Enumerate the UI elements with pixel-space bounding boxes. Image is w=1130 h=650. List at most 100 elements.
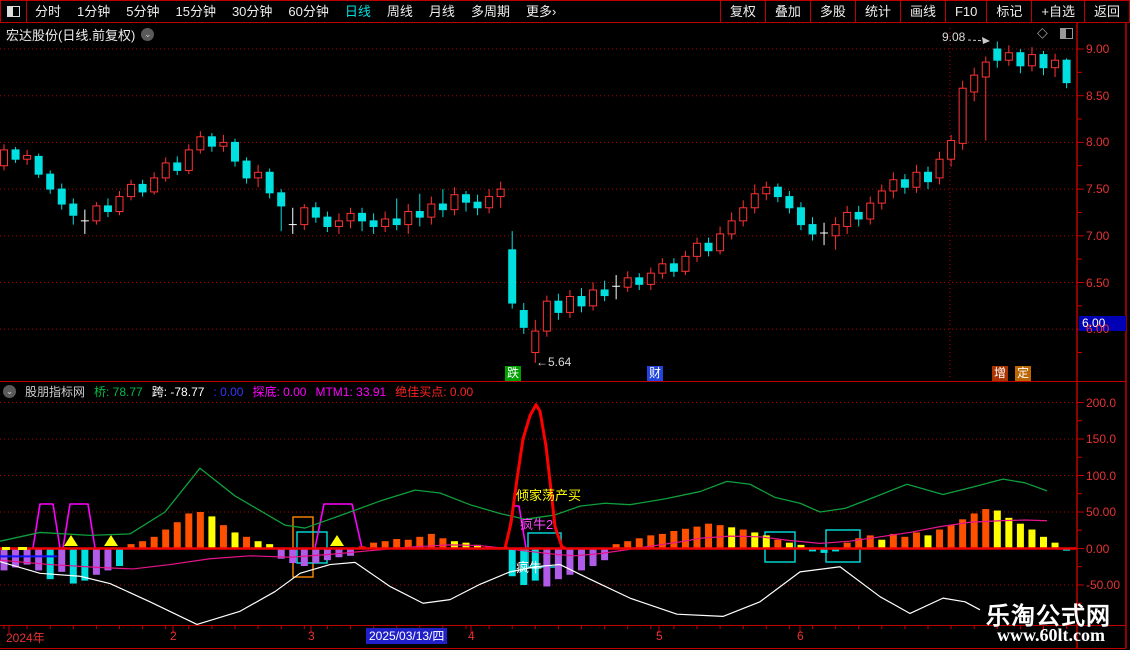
low-price-annotation: ←5.64 [536, 355, 572, 369]
toolbar-action-+自选[interactable]: +自选 [1031, 1, 1084, 22]
date-axis-label: 4 [468, 629, 475, 643]
indicator-bar [901, 536, 909, 549]
indicator-bar [993, 510, 1001, 549]
indicator-bar [243, 536, 251, 549]
indicator-bar [1040, 536, 1047, 549]
date-axis-label: 6 [797, 629, 804, 643]
toolbar-period-月线[interactable]: 月线 [421, 1, 463, 22]
toolbar-period-15分钟[interactable]: 15分钟 [167, 1, 223, 22]
toolbar-action-多股[interactable]: 多股 [809, 1, 855, 22]
diamond-icon[interactable]: ◇ [1037, 24, 1048, 41]
split-panel-icon [7, 6, 20, 17]
top-toolbar: 分时 1分钟 5分钟 15分钟 30分钟 60分钟 日线 周线 月线 多周期 更多› 复权 叠加 多股统… [0, 0, 1130, 23]
candle-body [565, 296, 574, 313]
buy-triangle-icon [64, 535, 78, 546]
candle-body [1062, 59, 1071, 84]
event-badge-定[interactable]: 定 [1015, 366, 1031, 381]
event-badge-跌[interactable]: 跌 [505, 366, 521, 381]
price-axis-label: 7.50 [1086, 182, 1110, 197]
toolbar-period-周线[interactable]: 周线 [379, 1, 421, 22]
candle-body [334, 220, 343, 227]
candle-body [69, 203, 78, 216]
toolbar-period-更多›[interactable]: 更多› [518, 1, 564, 22]
indicator-bar [728, 527, 736, 549]
candle-body [1016, 52, 1025, 67]
indicator-bar [35, 548, 43, 571]
toolbar-period-多周期[interactable]: 多周期 [463, 1, 518, 22]
candle-body [254, 171, 263, 179]
candle-body [554, 300, 563, 313]
indicator-bar [936, 529, 944, 549]
indicator-bar [116, 548, 123, 567]
toolbar-action-叠加[interactable]: 叠加 [764, 1, 810, 22]
layout-toggle-button[interactable] [1, 1, 27, 22]
signal-label: 疯牛 [516, 560, 543, 575]
indicator-bar [162, 529, 170, 549]
price-axis-label: 8.00 [1086, 135, 1110, 150]
candle-body [184, 149, 193, 171]
indicator-bar [393, 539, 401, 549]
indicator-bar [589, 548, 597, 567]
indicator-bar [774, 539, 782, 549]
candle-body [796, 207, 805, 226]
trapezoid-signal [32, 503, 61, 549]
candle-body [323, 216, 332, 227]
charts-canvas[interactable] [0, 0, 1130, 650]
high-price-annotation: 9.08 [942, 30, 966, 44]
toolbar-period-1分钟[interactable]: 1分钟 [69, 1, 118, 22]
indicator-bar [0, 548, 8, 571]
candle-body [704, 242, 713, 252]
toolbar-period-60分钟[interactable]: 60分钟 [280, 1, 336, 22]
candle-body [473, 201, 482, 209]
candle-body [115, 196, 124, 213]
toolbar-period-30分钟[interactable]: 30分钟 [224, 1, 280, 22]
toolbar-period-5分钟[interactable]: 5分钟 [118, 1, 167, 22]
indicator-bar [578, 548, 585, 571]
toolbar-action-返回[interactable]: 返回 [1083, 1, 1129, 22]
candle-body [866, 202, 875, 220]
candle-body [392, 218, 401, 226]
date-axis-label: 5 [656, 629, 663, 643]
indicator-axis-label: 200.0 [1086, 395, 1117, 410]
indicator-bar [104, 548, 112, 571]
candle-body [1027, 54, 1036, 67]
date-axis-label: 3 [308, 629, 315, 643]
candle-body [196, 136, 205, 151]
indicator-bar [751, 532, 759, 549]
toolbar-action-统计[interactable]: 统计 [854, 1, 900, 22]
toolbar-action-F10[interactable]: F10 [944, 1, 986, 22]
price-axis-label: 9.00 [1086, 42, 1110, 56]
candle-body [843, 211, 852, 227]
candle-body [750, 193, 759, 209]
indicator-bar [681, 528, 689, 549]
date-axis-label: 2024年 [6, 631, 45, 645]
indicator-bar [173, 522, 181, 549]
indicator-chevron-icon[interactable]: ⌄ [3, 385, 16, 398]
high-annotation-arrowhead [982, 37, 990, 44]
indicator-bar [150, 536, 158, 549]
event-badge-财[interactable]: 财 [647, 366, 663, 381]
candle-body [369, 220, 378, 227]
toolbar-period-分时[interactable]: 分时 [27, 1, 69, 22]
indicator-bar [289, 548, 297, 564]
candle-body [993, 48, 1002, 61]
toolbar-period-日线[interactable]: 日线 [337, 1, 379, 22]
toolbar-action-复权[interactable]: 复权 [719, 1, 765, 22]
price-axis-label: 7.00 [1086, 228, 1110, 243]
candle-body [485, 196, 494, 209]
indicator-bar [739, 529, 747, 549]
event-badge-增[interactable]: 增 [992, 366, 1008, 381]
panel-icon[interactable] [1060, 26, 1073, 42]
indicator-bar [439, 538, 447, 549]
indicator-axis-label: 0.00 [1086, 541, 1110, 556]
toolbar-action-标记[interactable]: 标记 [986, 1, 1031, 22]
candle-body [508, 249, 517, 304]
chevron-down-icon[interactable]: ⌄ [141, 28, 155, 41]
candle-body [462, 194, 470, 203]
toolbar-action-画线[interactable]: 画线 [899, 1, 945, 22]
candle-body [958, 87, 967, 144]
candle-body [438, 203, 447, 211]
indicator-bar [658, 533, 666, 549]
candle-body [635, 277, 644, 285]
app-window: 分时 1分钟 5分钟 15分钟 30分钟 60分钟 日线 周线 月线 多周期 更多› 复权 叠加 多股统… [0, 0, 1130, 650]
